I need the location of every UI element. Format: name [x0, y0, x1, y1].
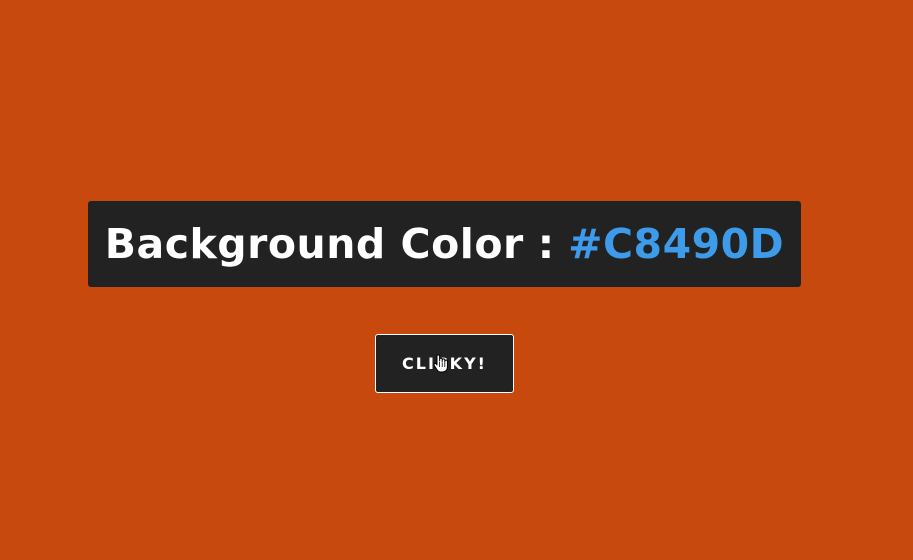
clicky-button[interactable]: CLICKY! — [375, 334, 514, 393]
background-color-label: Background Color — [104, 220, 524, 268]
label-separator: : — [537, 220, 555, 268]
background-color-value: #C8490D — [568, 220, 785, 268]
page-background: Background Color : #C8490D CLICKY! — [0, 0, 913, 560]
background-color-display: Background Color : #C8490D — [88, 201, 801, 287]
